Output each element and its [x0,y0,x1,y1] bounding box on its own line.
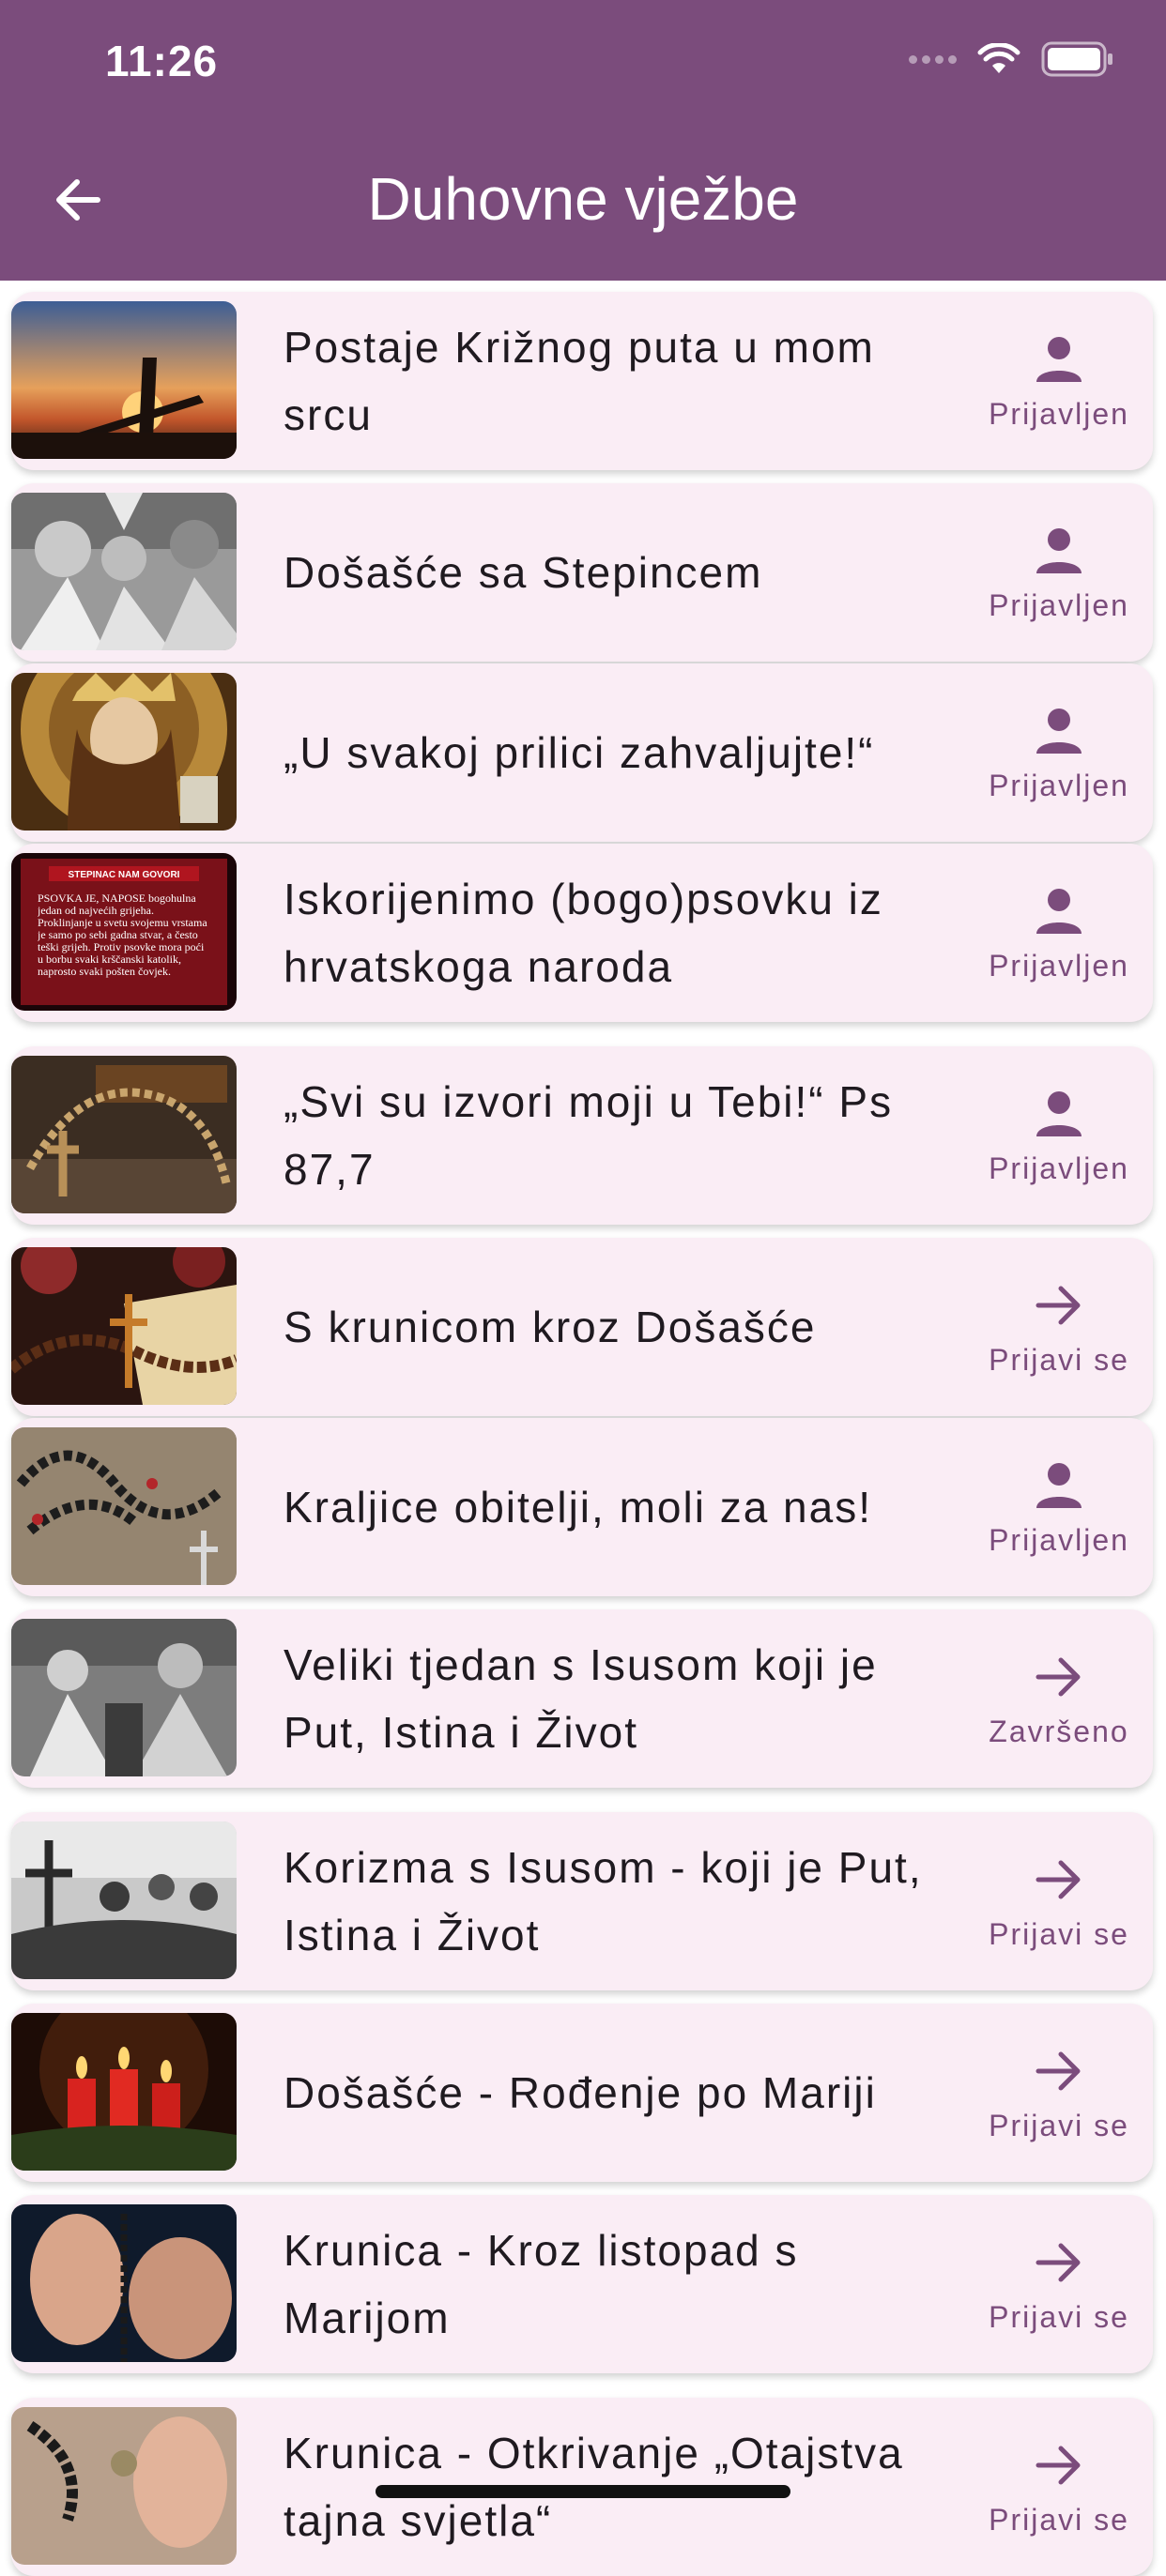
arrow-right-icon [1036,2446,1081,2484]
person-icon [1036,1462,1082,1508]
item-title: Došašće sa Stepincem [284,548,763,597]
thumbnail-image [11,2013,237,2171]
list-item[interactable]: „U svakoj prilici zahvaljujte!“ Prijavlj… [11,663,1153,842]
thumbnail-image [11,2204,237,2362]
app-bar: 11:26 Duhovne vježbe [0,0,1166,281]
signal-icon [909,54,957,64]
register-button[interactable]: Prijavi se [965,1238,1153,1416]
arrow-right-icon [1036,2051,1081,2090]
completed-button[interactable]: Završeno [965,1609,1153,1788]
list-item[interactable]: „Svi su izvori moji u Tebi!“ Ps 87,7 Pri… [11,1046,1153,1225]
item-title: S krunicom kroz Došašće [284,1303,817,1351]
action-label: Prijavi se [989,1916,1129,1951]
thumbnail-image [11,2407,237,2565]
action-label: Prijavljen [989,396,1129,431]
action-label: Završeno [989,1714,1129,1748]
list-item[interactable]: Kraljice obitelji, moli za nas! Prijavlj… [11,1418,1153,1596]
registered-button[interactable]: Prijavljen [965,1046,1153,1225]
person-icon [1036,708,1082,754]
register-button[interactable]: Prijavi se [965,1812,1153,1990]
battery-icon [1041,41,1112,77]
item-title: Kraljice obitelji, moli za nas! [284,1483,873,1532]
person-icon [1036,527,1082,573]
item-title: Korizma s Isusom - koji je Put, Istina i… [284,1843,923,1959]
item-title: „Svi su izvori moji u Tebi!“ Ps 87,7 [284,1077,894,1194]
list-item[interactable]: S krunicom kroz Došašće Prijavi se [11,1238,1153,1416]
action-label: Prijavi se [989,2502,1129,2537]
thumbnail-image [11,493,237,650]
registered-button[interactable]: Prijavljen [965,483,1153,662]
person-icon [1036,1090,1082,1136]
action-label: Prijavljen [989,1522,1129,1557]
item-title: Iskorijenimo (bogo)psovku iz hrvatskoga … [284,875,883,991]
action-label: Prijavljen [989,768,1129,802]
page-title: Duhovne vježbe [367,165,799,233]
thumbnail-image [11,1247,237,1405]
thumbnail-image [11,673,237,831]
home-indicator[interactable] [376,2485,790,2498]
list-item[interactable]: Došašće - Rođenje po Mariji Prijavi se [11,2004,1153,2182]
wifi-icon [977,43,1020,73]
list-item[interactable]: Krunica - Kroz listopad s Marijom Prijav… [11,2195,1153,2373]
register-button[interactable]: Prijavi se [965,2398,1153,2576]
item-title: Veliki tjedan s Isusom koji je Put, Isti… [284,1640,878,1757]
action-label: Prijavljen [989,587,1129,622]
arrow-right-icon [1036,2243,1081,2281]
list-item[interactable]: STEPINAC NAM GOVORI PSOVKA JE, NAPOSE bo… [11,844,1153,1022]
thumbnail-image: STEPINAC NAM GOVORI PSOVKA JE, NAPOSE bo… [11,853,237,1011]
register-button[interactable]: Prijavi se [965,2195,1153,2373]
action-label: Prijavi se [989,2299,1129,2334]
thumbnail-image [11,1056,237,1213]
item-title: Došašće - Rođenje po Mariji [284,2068,877,2117]
action-label: Prijavi se [989,1342,1129,1377]
registered-button[interactable]: Prijavljen [965,663,1153,842]
registered-button[interactable]: Prijavljen [965,1418,1153,1596]
status-time: 11:26 [105,37,219,85]
action-label: Prijavljen [989,948,1129,983]
item-title: Postaje Križnog puta u mom srcu [284,323,875,439]
status-icons [909,41,1114,77]
list-item[interactable]: Veliki tjedan s Isusom koji je Put, Isti… [11,1609,1153,1788]
thumbnail-image [11,1427,237,1585]
arrow-right-icon [1036,1657,1081,1696]
action-label: Prijavljen [989,1151,1129,1185]
thumbnail-image [11,301,237,459]
person-icon [1036,336,1082,382]
svg-text:STEPINAC NAM GOVORI: STEPINAC NAM GOVORI [69,870,180,880]
list-item[interactable]: Postaje Križnog puta u mom srcu Prijavlj… [11,292,1153,470]
person-icon [1036,888,1082,934]
registered-button[interactable]: Prijavljen [965,292,1153,470]
arrow-right-icon [1036,1286,1081,1324]
item-title: Krunica - Kroz listopad s Marijom [284,2226,799,2342]
list-item[interactable]: Korizma s Isusom - koji je Put, Istina i… [11,1812,1153,1990]
thumbnail-image [11,1619,237,1776]
register-button[interactable]: Prijavi se [965,2004,1153,2182]
arrow-right-icon [1036,1860,1081,1898]
action-label: Prijavi se [989,2108,1129,2142]
item-title: „U svakoj prilici zahvaljujte!“ [284,728,875,777]
thumbnail-image [11,1821,237,1979]
list-item[interactable]: Došašće sa Stepincem Prijavljen [11,483,1153,662]
registered-button[interactable]: Prijavljen [965,844,1153,1022]
